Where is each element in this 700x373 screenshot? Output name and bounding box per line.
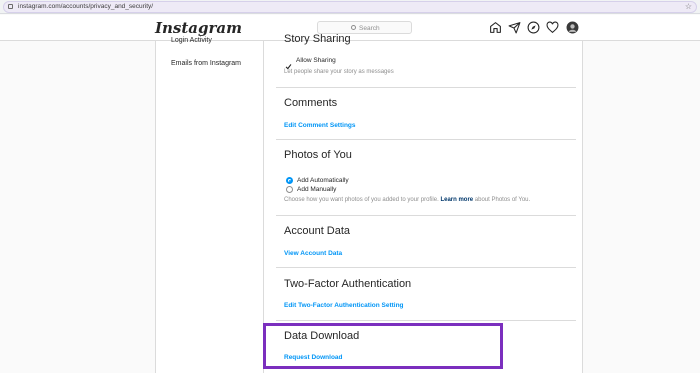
view-account-data-link[interactable]: View Account Data [284,250,342,257]
home-icon[interactable] [489,21,502,34]
learn-more-link[interactable]: Learn more [440,197,473,203]
search-icon [351,25,356,30]
lock-icon [8,4,13,9]
add-automatically-radio[interactable] [286,177,293,184]
comments-title: Comments [284,97,338,109]
photos-hint-suffix: about Photos of You. [473,197,531,203]
section-divider [276,267,576,268]
address-field[interactable]: instagram.com/accounts/privacy_and_secur… [3,1,697,13]
add-manually-label[interactable]: Add Manually [297,186,336,193]
search-input[interactable] [359,23,404,33]
sidebar-item-login-activity[interactable]: Login Activity [171,37,212,44]
sidebar-item-emails-from-instagram[interactable]: Emails from Instagram [171,60,241,67]
edit-two-factor-link[interactable]: Edit Two-Factor Authentication Setting [284,302,404,309]
explore-compass-icon[interactable] [527,21,540,34]
allow-sharing-checkbox[interactable] [285,57,292,70]
allow-sharing-label[interactable]: Allow Sharing [296,57,336,64]
add-manually-radio[interactable] [286,186,293,193]
section-divider [276,215,576,216]
data-download-highlight-box [263,323,503,369]
profile-avatar-icon[interactable] [566,21,579,34]
browser-url-bar: instagram.com/accounts/privacy_and_secur… [0,0,700,14]
add-automatically-label[interactable]: Add Automatically [297,177,349,184]
photos-hint-text: Choose how you want photos of you added … [284,197,441,203]
bookmark-star-icon[interactable]: ☆ [685,2,692,11]
edit-comment-settings-link[interactable]: Edit Comment Settings [284,122,356,129]
section-divider [276,139,576,140]
settings-sidebar: Login Activity Emails from Instagram [156,37,264,373]
story-sharing-title: Story Sharing [284,33,351,45]
activity-heart-icon[interactable] [546,21,559,34]
photos-of-you-title: Photos of You [284,149,352,161]
section-divider [276,87,576,88]
story-sharing-hint: Let people share your story as messages [284,69,394,75]
section-divider [276,320,576,321]
direct-messages-icon[interactable] [508,21,521,34]
photos-of-you-hint: Choose how you want photos of you added … [284,197,530,203]
instagram-logo[interactable]: Instagram [155,19,242,37]
two-factor-title: Two-Factor Authentication [284,278,412,290]
account-data-title: Account Data [284,225,351,237]
url-text[interactable]: instagram.com/accounts/privacy_and_secur… [18,3,153,10]
